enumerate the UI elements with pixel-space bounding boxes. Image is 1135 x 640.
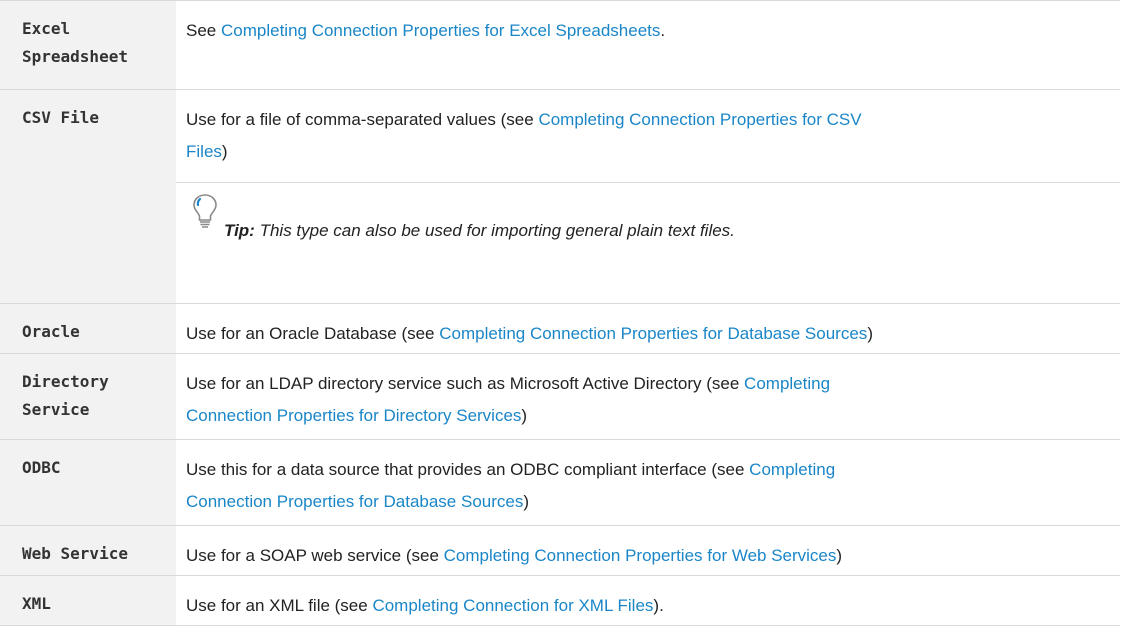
type-label: Web Service: [22, 544, 128, 563]
data-source-types-table: Excel Spreadsheet See Completing Connect…: [0, 0, 1120, 626]
type-cell-excel: Excel Spreadsheet: [0, 0, 176, 90]
type-cell-directory: Directory Service: [0, 353, 176, 440]
link-excel-properties[interactable]: Completing Connection Properties for Exc…: [221, 21, 660, 40]
link-database-properties[interactable]: Completing Connection Properties for Dat…: [439, 324, 867, 343]
tip-text: Tip: This type can also be used for impo…: [224, 219, 735, 243]
desc-cell-directory: Use for an LDAP directory service such a…: [176, 353, 1120, 440]
desc-cell-csv: Use for a file of comma-separated values…: [176, 89, 1120, 304]
type-label: CSV File: [22, 108, 100, 127]
link-text[interactable]: Connection Properties for Directory Serv…: [186, 406, 521, 425]
type-cell-xml: XML: [0, 575, 176, 626]
link-text[interactable]: Completing: [749, 460, 835, 479]
table-row: Directory Service Use for an LDAP direct…: [0, 353, 1120, 440]
type-label: XML: [22, 594, 51, 613]
type-cell-oracle: Oracle: [0, 303, 176, 354]
type-label-line: Excel: [22, 19, 71, 38]
desc-text: Use for an LDAP directory service such a…: [186, 374, 745, 393]
desc-text: ): [221, 142, 228, 161]
type-cell-web-service: Web Service: [0, 525, 176, 576]
tip-body: This type can also be used for importing…: [254, 221, 735, 240]
tip-label: Tip:: [224, 221, 255, 240]
type-label-line: Directory: [22, 372, 109, 391]
desc-cell-excel: See Completing Connection Properties for…: [176, 0, 1120, 90]
desc-text: Use this for a data source that provides…: [186, 460, 750, 479]
desc-text: .: [660, 21, 666, 40]
table-row: Excel Spreadsheet See Completing Connect…: [0, 0, 1120, 90]
desc-text: ): [867, 324, 873, 343]
lightbulb-icon: [193, 194, 217, 228]
desc-text: ): [523, 492, 530, 511]
desc-text: Use for an XML file (see: [186, 596, 373, 615]
desc-text: Use for a SOAP web service (see: [186, 546, 444, 565]
desc-text: ): [836, 546, 843, 565]
desc-text: ): [521, 406, 528, 425]
type-label: Oracle: [22, 322, 80, 341]
table-row: Oracle Use for an Oracle Database (see C…: [0, 303, 1120, 354]
tip-box: Tip: This type can also be used for impo…: [176, 182, 1120, 269]
type-cell-csv: CSV File: [0, 89, 176, 304]
type-label-line: Spreadsheet: [22, 47, 128, 66]
type-cell-odbc: ODBC: [0, 439, 176, 526]
desc-text: See: [186, 21, 221, 40]
link-text[interactable]: Completing Connection Properties for CSV: [538, 110, 861, 129]
desc-cell-web-service: Use for a SOAP web service (see Completi…: [176, 525, 1120, 576]
link-web-services-properties[interactable]: Completing Connection Properties for Web…: [444, 546, 837, 565]
desc-cell-odbc: Use this for a data source that provides…: [176, 439, 1120, 526]
table-row: ODBC Use this for a data source that pro…: [0, 439, 1120, 526]
table-row: CSV File Use for a file of comma-separat…: [0, 89, 1120, 304]
link-text[interactable]: Files: [186, 142, 222, 161]
desc-cell-xml: Use for an XML file (see Completing Conn…: [176, 575, 1120, 626]
desc-cell-oracle: Use for an Oracle Database (see Completi…: [176, 303, 1120, 354]
link-xml-connection[interactable]: Completing Connection for XML Files: [372, 596, 653, 615]
desc-text: Use for a file of comma-separated values…: [186, 110, 539, 129]
link-text[interactable]: Completing: [744, 374, 830, 393]
desc-text: ).: [653, 596, 664, 615]
desc-text: Use for an Oracle Database (see: [186, 324, 440, 343]
table-row: Web Service Use for a SOAP web service (…: [0, 525, 1120, 576]
type-label: ODBC: [22, 458, 61, 477]
link-text[interactable]: Connection Properties for Database Sourc…: [186, 492, 523, 511]
table-row: XML Use for an XML file (see Completing …: [0, 575, 1120, 626]
type-label-line: Service: [22, 400, 90, 419]
